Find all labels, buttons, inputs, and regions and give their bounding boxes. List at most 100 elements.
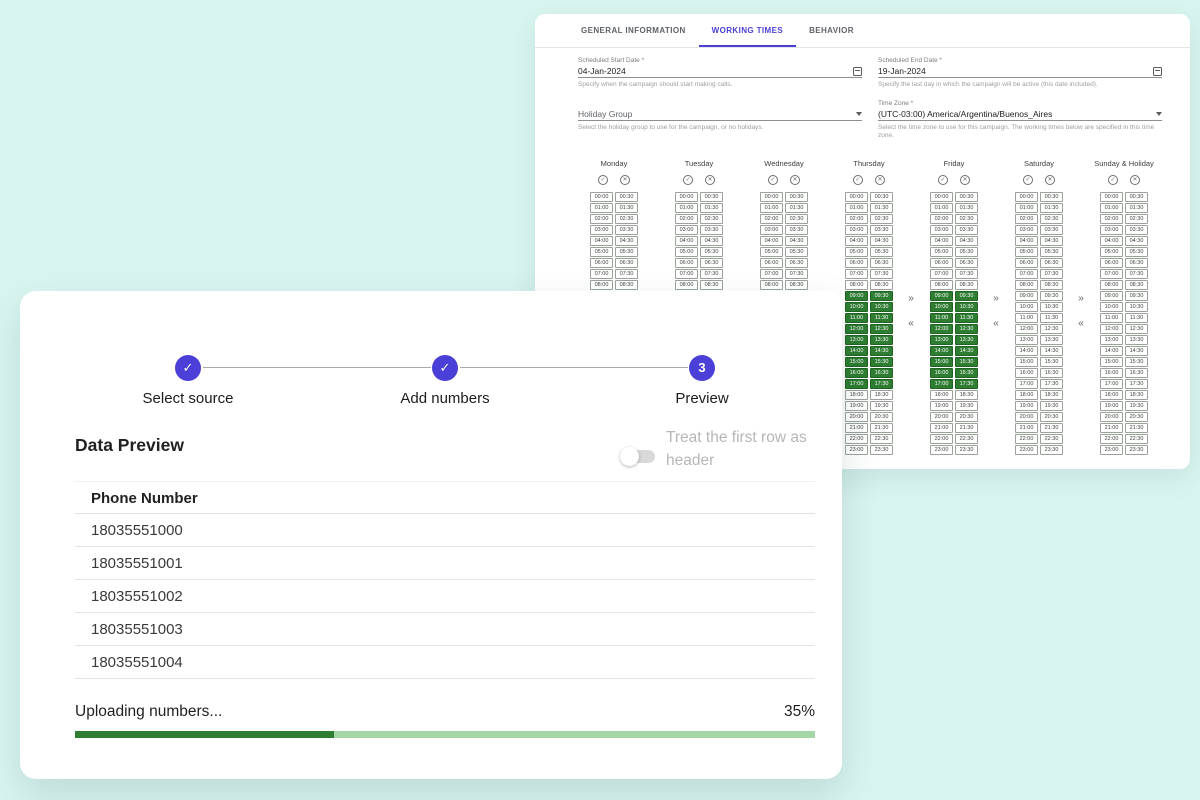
time-slot[interactable]: 08:00 — [590, 280, 613, 290]
time-slot[interactable]: 15:00 — [845, 357, 868, 367]
time-slot[interactable]: 12:00 — [1100, 324, 1123, 334]
time-slot[interactable]: 14:00 — [845, 346, 868, 356]
time-slot[interactable]: 17:00 — [1015, 379, 1038, 389]
time-slot[interactable]: 19:00 — [845, 401, 868, 411]
time-slot[interactable]: 05:00 — [1100, 247, 1123, 257]
clear-all-day-icon[interactable]: ✕ — [960, 175, 970, 185]
time-slot[interactable]: 20:30 — [1125, 412, 1148, 422]
time-slot[interactable]: 14:00 — [1100, 346, 1123, 356]
time-slot[interactable]: 00:30 — [955, 192, 978, 202]
time-slot[interactable]: 02:30 — [615, 214, 638, 224]
time-slot[interactable]: 06:30 — [700, 258, 723, 268]
scheduled-end-date-input[interactable]: 19-Jan-2024 — [878, 65, 1162, 78]
time-slot[interactable]: 11:00 — [930, 313, 953, 323]
time-slot[interactable]: 11:00 — [1015, 313, 1038, 323]
time-slot[interactable]: 05:30 — [785, 247, 808, 257]
time-slot[interactable]: 17:30 — [955, 379, 978, 389]
time-slot[interactable]: 23:00 — [1100, 445, 1123, 455]
time-slot[interactable]: 16:30 — [1125, 368, 1148, 378]
time-slot[interactable]: 07:00 — [1100, 269, 1123, 279]
time-slot[interactable]: 19:00 — [1100, 401, 1123, 411]
time-slot[interactable]: 00:30 — [785, 192, 808, 202]
time-slot[interactable]: 08:00 — [930, 280, 953, 290]
time-slot[interactable]: 15:00 — [1015, 357, 1038, 367]
time-slot[interactable]: 19:00 — [1015, 401, 1038, 411]
time-slot[interactable]: 18:00 — [1015, 390, 1038, 400]
time-slot[interactable]: 12:00 — [1015, 324, 1038, 334]
time-slot[interactable]: 04:00 — [675, 236, 698, 246]
time-slot[interactable]: 10:00 — [1015, 302, 1038, 312]
time-slot[interactable]: 03:00 — [845, 225, 868, 235]
tab-general-information[interactable]: GENERAL INFORMATION — [568, 14, 699, 47]
time-slot[interactable]: 01:30 — [785, 203, 808, 213]
time-slot[interactable]: 04:00 — [760, 236, 783, 246]
time-slot[interactable]: 21:00 — [1100, 423, 1123, 433]
time-slot[interactable]: 16:30 — [955, 368, 978, 378]
time-slot[interactable]: 06:30 — [955, 258, 978, 268]
time-slot[interactable]: 10:00 — [1100, 302, 1123, 312]
time-slot[interactable]: 16:30 — [870, 368, 893, 378]
time-slot[interactable]: 02:30 — [870, 214, 893, 224]
time-slot[interactable]: 09:30 — [955, 291, 978, 301]
time-slot[interactable]: 07:00 — [845, 269, 868, 279]
time-slot[interactable]: 01:00 — [845, 203, 868, 213]
time-slot[interactable]: 01:30 — [700, 203, 723, 213]
time-slot[interactable]: 03:00 — [1015, 225, 1038, 235]
time-slot[interactable]: 21:30 — [1125, 423, 1148, 433]
time-slot[interactable]: 00:00 — [760, 192, 783, 202]
time-slot[interactable]: 01:00 — [590, 203, 613, 213]
copy-to-prev-day-icon[interactable]: « — [993, 319, 999, 329]
time-slot[interactable]: 09:00 — [1015, 291, 1038, 301]
time-slot[interactable]: 03:30 — [700, 225, 723, 235]
time-slot[interactable]: 13:30 — [1040, 335, 1063, 345]
select-all-day-icon[interactable]: ✓ — [853, 175, 863, 185]
time-slot[interactable]: 18:00 — [1100, 390, 1123, 400]
time-slot[interactable]: 04:00 — [930, 236, 953, 246]
dropdown-caret-icon[interactable] — [856, 112, 862, 116]
time-slot[interactable]: 21:30 — [955, 423, 978, 433]
time-slot[interactable]: 03:00 — [1100, 225, 1123, 235]
step-2-done-icon[interactable]: ✓ — [432, 355, 458, 381]
time-slot[interactable]: 10:30 — [870, 302, 893, 312]
time-slot[interactable]: 12:30 — [1125, 324, 1148, 334]
time-slot[interactable]: 06:30 — [785, 258, 808, 268]
select-all-day-icon[interactable]: ✓ — [938, 175, 948, 185]
time-slot[interactable]: 01:00 — [675, 203, 698, 213]
time-slot[interactable]: 02:30 — [700, 214, 723, 224]
clear-all-day-icon[interactable]: ✕ — [620, 175, 630, 185]
time-slot[interactable]: 08:30 — [615, 280, 638, 290]
time-slot[interactable]: 10:00 — [930, 302, 953, 312]
time-slot[interactable]: 08:30 — [785, 280, 808, 290]
time-slot[interactable]: 10:30 — [1040, 302, 1063, 312]
time-slot[interactable]: 06:30 — [1125, 258, 1148, 268]
time-slot[interactable]: 03:00 — [930, 225, 953, 235]
time-slot[interactable]: 02:00 — [845, 214, 868, 224]
time-slot[interactable]: 05:30 — [615, 247, 638, 257]
time-slot[interactable]: 11:00 — [845, 313, 868, 323]
time-slot[interactable]: 02:00 — [760, 214, 783, 224]
time-slot[interactable]: 11:30 — [955, 313, 978, 323]
clear-all-day-icon[interactable]: ✕ — [790, 175, 800, 185]
time-slot[interactable]: 13:30 — [955, 335, 978, 345]
time-slot[interactable]: 04:30 — [870, 236, 893, 246]
time-slot[interactable]: 04:00 — [590, 236, 613, 246]
time-slot[interactable]: 02:30 — [955, 214, 978, 224]
time-slot[interactable]: 18:30 — [955, 390, 978, 400]
time-slot[interactable]: 13:30 — [870, 335, 893, 345]
time-slot[interactable]: 01:00 — [1015, 203, 1038, 213]
clear-all-day-icon[interactable]: ✕ — [705, 175, 715, 185]
time-slot[interactable]: 23:30 — [870, 445, 893, 455]
time-slot[interactable]: 13:00 — [1100, 335, 1123, 345]
time-slot[interactable]: 07:30 — [700, 269, 723, 279]
time-slot[interactable]: 16:00 — [930, 368, 953, 378]
time-slot[interactable]: 13:00 — [845, 335, 868, 345]
time-slot[interactable]: 18:00 — [845, 390, 868, 400]
time-slot[interactable]: 21:00 — [930, 423, 953, 433]
time-slot[interactable]: 03:30 — [1040, 225, 1063, 235]
time-slot[interactable]: 08:30 — [1125, 280, 1148, 290]
clear-all-day-icon[interactable]: ✕ — [1130, 175, 1140, 185]
time-slot[interactable]: 03:30 — [1125, 225, 1148, 235]
time-slot[interactable]: 23:30 — [1040, 445, 1063, 455]
step-1-done-icon[interactable]: ✓ — [175, 355, 201, 381]
time-slot[interactable]: 20:00 — [1100, 412, 1123, 422]
